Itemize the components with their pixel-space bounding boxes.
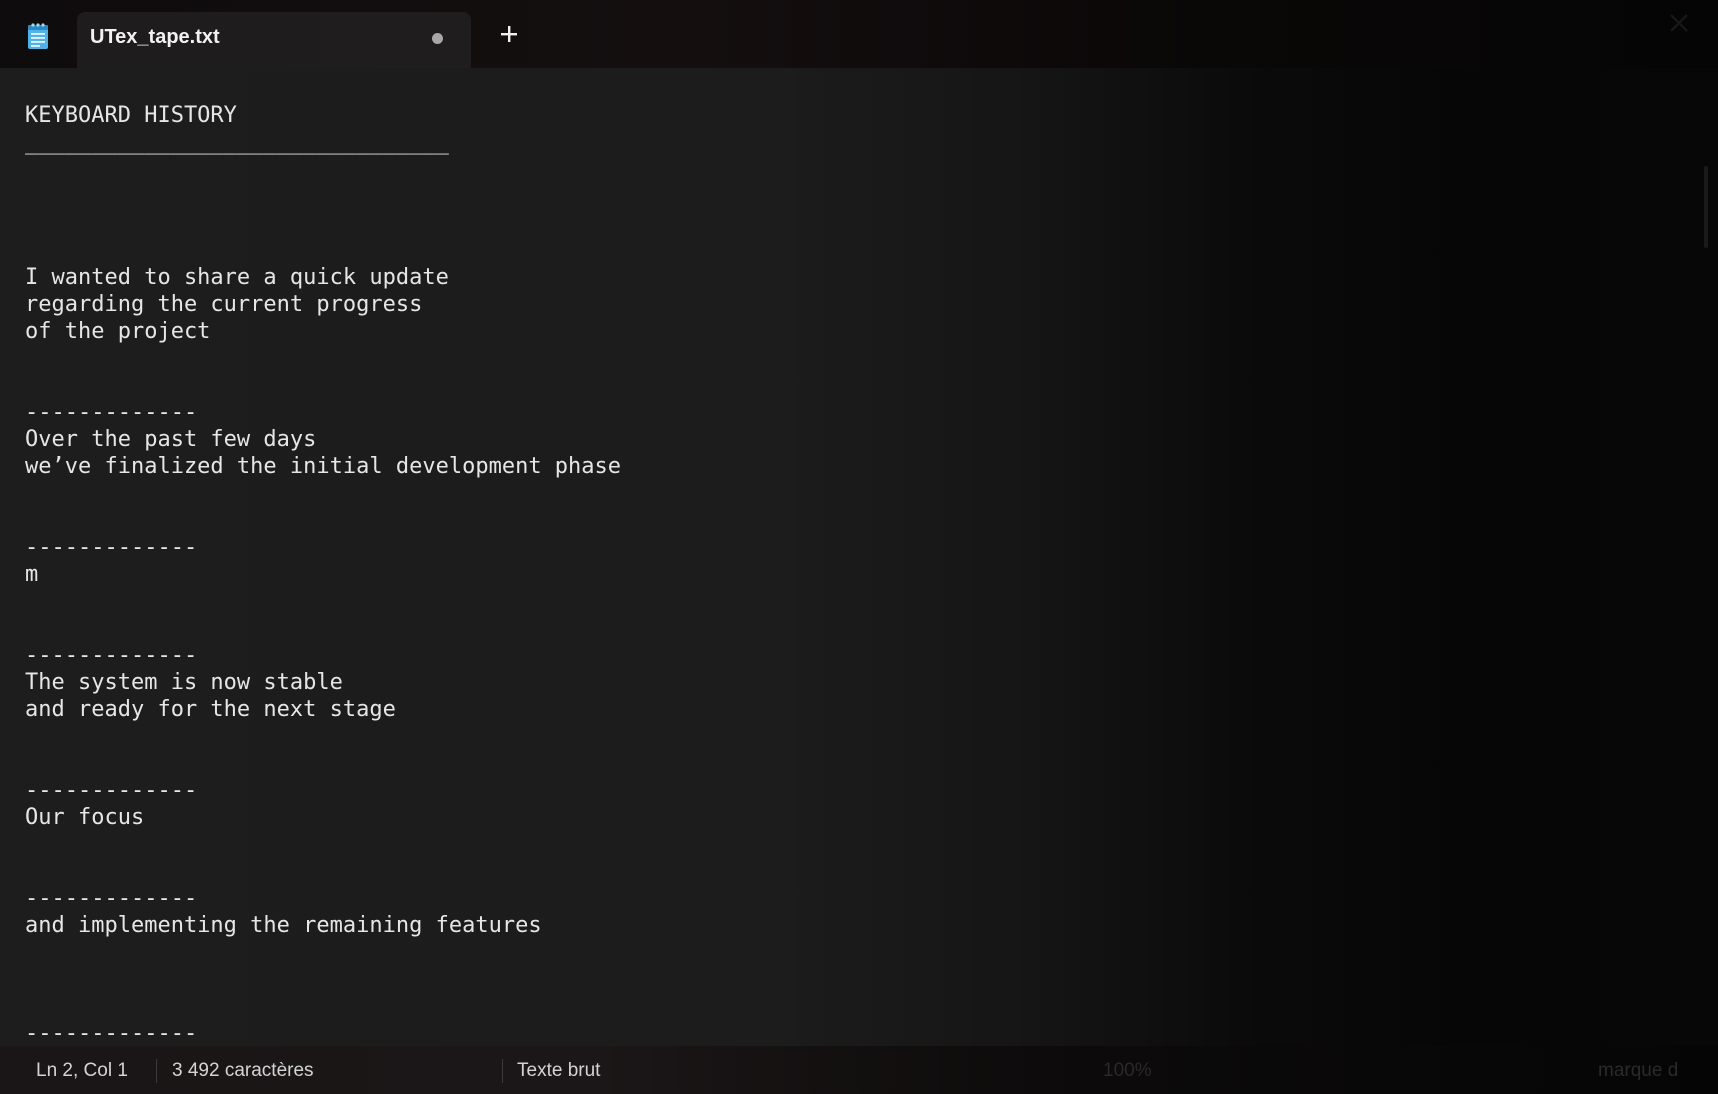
plus-icon[interactable]: [496, 21, 522, 47]
tab-title: UTex_tape.txt: [90, 26, 220, 48]
close-icon[interactable]: [1668, 12, 1690, 34]
tab-utex-tape[interactable]: UTex_tape.txt: [77, 12, 471, 68]
character-count: 3 492 caractères: [172, 1060, 314, 1081]
status-divider: [502, 1059, 503, 1083]
status-bar: Ln 2, Col 1 3 492 caractères Texte brut …: [0, 1046, 1718, 1094]
notepad-icon: [26, 22, 50, 50]
document-text[interactable]: KEYBOARD HISTORY _______________________…: [25, 102, 621, 1046]
line-ending[interactable]: marque d: [1598, 1060, 1678, 1082]
vertical-scrollbar[interactable]: [1704, 166, 1708, 248]
status-divider: [156, 1059, 157, 1083]
unsaved-dot-icon[interactable]: [432, 33, 443, 44]
notepad-window: UTex_tape.txt KEYBOARD HISTORY _________…: [0, 0, 1718, 1094]
zoom-level[interactable]: 100%: [1103, 1060, 1152, 1082]
tab-bar: UTex_tape.txt: [0, 0, 1718, 68]
text-editor[interactable]: KEYBOARD HISTORY _______________________…: [0, 68, 1718, 1046]
file-type[interactable]: Texte brut: [517, 1060, 600, 1082]
cursor-position[interactable]: Ln 2, Col 1: [36, 1060, 128, 1082]
